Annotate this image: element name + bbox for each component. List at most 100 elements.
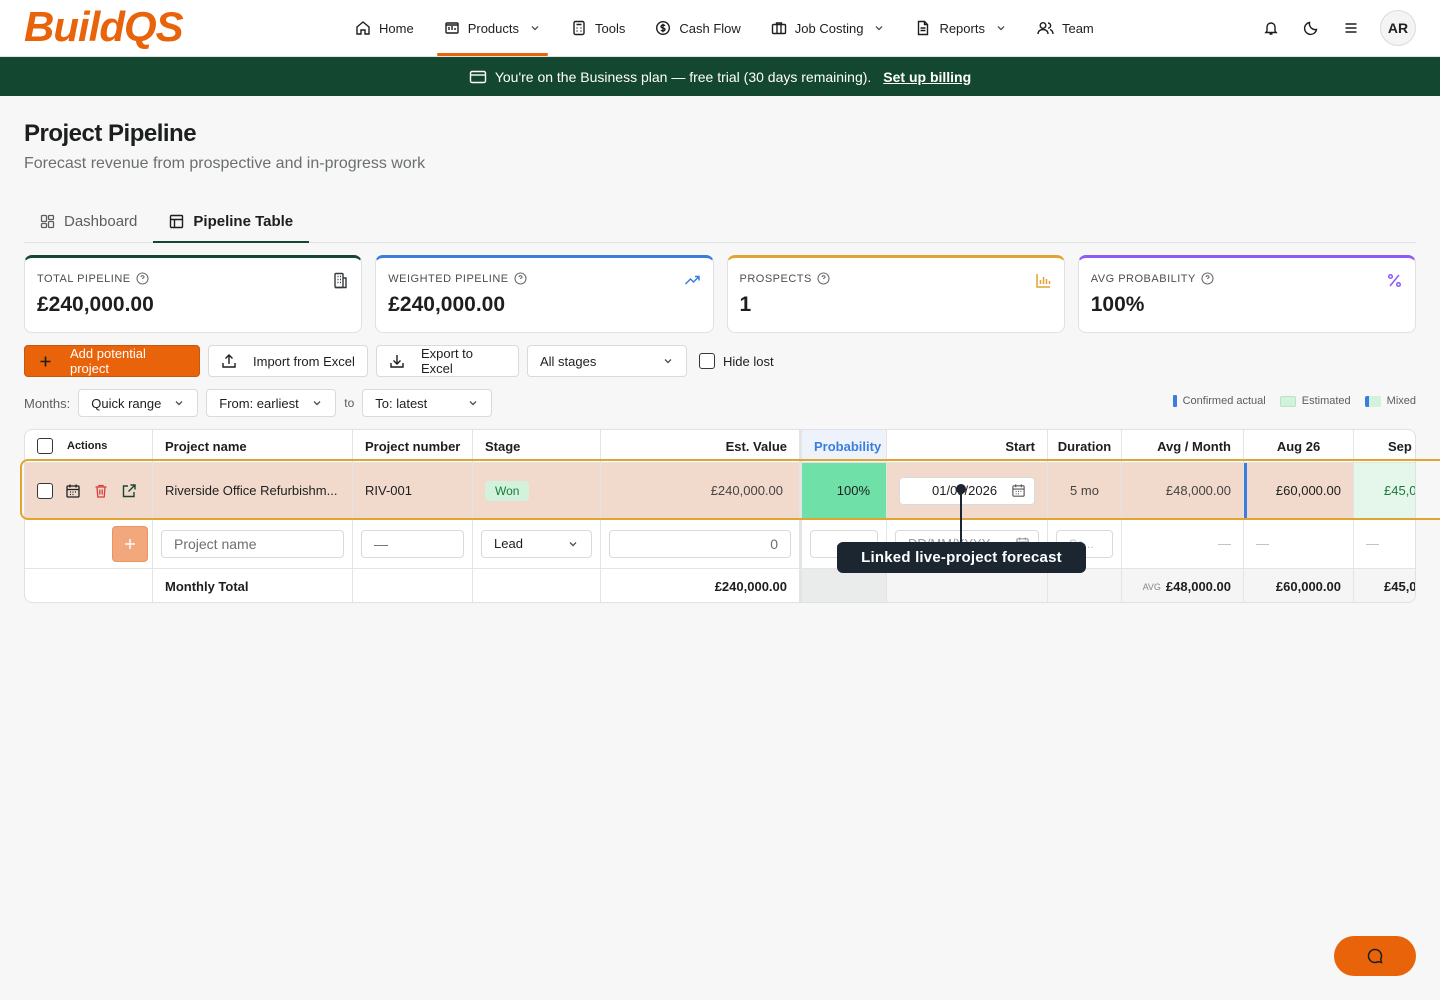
est-value-cell[interactable]: £240,000.00	[601, 463, 802, 518]
header-project-name[interactable]: Project name	[153, 430, 353, 462]
main-nav: Home Products Tools Cash Flow Job Costin…	[340, 0, 1109, 56]
legend-mixed: Mixed	[1364, 395, 1416, 407]
project-name-input[interactable]: Project name	[161, 529, 344, 558]
calendar-icon[interactable]	[1011, 483, 1026, 498]
stage-select[interactable]: Lead	[481, 529, 592, 558]
header-actions: Actions	[25, 430, 153, 462]
quick-range-select[interactable]: Quick range	[78, 389, 199, 417]
header-label: Actions	[67, 440, 108, 452]
tab-pipeline-table[interactable]: Pipeline Table	[153, 200, 309, 243]
notifications-button[interactable]	[1256, 10, 1286, 46]
cell-legend: Confirmed actual Estimated Mixed	[1172, 395, 1416, 408]
month-range-bar: Months: Quick range From: earliest to To…	[24, 389, 1416, 417]
header-start[interactable]: Start	[887, 430, 1048, 462]
card-label: WEIGHTED PIPELINE	[388, 272, 509, 285]
avatar[interactable]: AR	[1380, 10, 1416, 46]
header-est-value[interactable]: Est. Value	[601, 430, 802, 462]
table-icon	[169, 214, 184, 229]
nav-products[interactable]: Products	[429, 0, 556, 56]
chevron-down-icon	[311, 397, 323, 409]
from-month-select[interactable]: From: earliest	[206, 389, 337, 417]
project-name-cell[interactable]: Riverside Office Refurbishm...	[153, 463, 353, 518]
month-aug-cell[interactable]: £60,000.00	[1244, 463, 1354, 518]
help-icon[interactable]	[514, 272, 527, 285]
document-icon	[915, 20, 931, 36]
chevron-down-icon	[567, 538, 579, 550]
to-month-select[interactable]: To: latest	[362, 389, 493, 417]
menu-button[interactable]	[1336, 10, 1366, 46]
tooltip-pointer	[960, 489, 962, 542]
import-excel-button[interactable]: Import from Excel	[208, 345, 368, 377]
tooltip: Linked live-project forecast	[837, 542, 1086, 573]
header-month-sep[interactable]: Sep 26	[1354, 430, 1415, 462]
setup-billing-link[interactable]: Set up billing	[883, 69, 971, 85]
nav-cash-flow[interactable]: Cash Flow	[640, 0, 755, 56]
probability-cell[interactable]: 100%	[802, 463, 887, 518]
header-avg-month[interactable]: Avg / Month	[1122, 430, 1244, 462]
chat-icon	[1366, 947, 1384, 965]
duration-cell[interactable]: 5 mo	[1048, 463, 1122, 518]
briefcase-icon	[771, 20, 787, 36]
dollar-icon	[655, 20, 671, 36]
add-row-button[interactable]	[112, 525, 148, 562]
stage-cell[interactable]: Won	[473, 463, 601, 518]
stage-filter-select[interactable]: All stages	[527, 345, 687, 377]
nav-reports[interactable]: Reports	[900, 0, 1022, 56]
tab-label: Pipeline Table	[193, 212, 294, 230]
new-project-row: Project name — Lead 0 — DD/MM/YYYY Se...…	[25, 519, 1415, 569]
total-label: Monthly Total	[153, 569, 353, 602]
header-probability[interactable]: Probability	[802, 430, 887, 462]
row-actions	[25, 463, 153, 518]
top-nav: BuildQS Home Products Tools Cash Flow Jo…	[0, 0, 1440, 57]
header-project-number[interactable]: Project number	[353, 430, 473, 462]
percent-icon	[1386, 272, 1403, 289]
table-row[interactable]: Riverside Office Refurbishm... RIV-001 W…	[25, 463, 1415, 519]
add-project-button[interactable]: Add potential project	[24, 345, 200, 377]
card-label: AVG PROBABILITY	[1090, 272, 1196, 285]
new-name-cell: Project name	[153, 519, 353, 568]
nav-tools[interactable]: Tools	[556, 0, 640, 56]
calendar-icon[interactable]	[65, 483, 81, 499]
chat-button[interactable]	[1334, 936, 1416, 976]
month-sep-cell[interactable]: £45,000.00	[1354, 463, 1415, 518]
card-label: TOTAL PIPELINE	[37, 272, 131, 285]
upload-icon	[221, 353, 237, 369]
header-duration[interactable]: Duration	[1048, 430, 1122, 462]
nav-home[interactable]: Home	[340, 0, 429, 56]
new-number-cell: —	[353, 519, 473, 568]
help-icon[interactable]	[817, 272, 830, 285]
nav-team[interactable]: Team	[1022, 0, 1109, 56]
hamburger-icon	[1343, 20, 1359, 36]
button-label: Add potential project	[70, 346, 146, 376]
est-value-input[interactable]: 0	[609, 529, 791, 558]
new-value-cell: 0	[601, 519, 802, 568]
header-month-aug[interactable]: Aug 26	[1244, 430, 1354, 462]
banner-text: You're on the Business plan — free trial…	[494, 68, 872, 85]
select-all-checkbox[interactable]	[37, 438, 53, 454]
card-value: £240,000.00	[37, 293, 154, 316]
header-stage[interactable]: Stage	[473, 430, 601, 462]
logo[interactable]: BuildQS	[24, 4, 184, 50]
hide-lost-checkbox[interactable]	[699, 353, 715, 369]
help-icon[interactable]	[136, 272, 149, 285]
select-value: Quick range	[91, 395, 162, 411]
card-weighted-pipeline: WEIGHTED PIPELINE £240,000.00	[375, 255, 714, 333]
trash-icon[interactable]	[93, 483, 109, 499]
grid-icon	[40, 214, 55, 229]
hide-lost-toggle[interactable]: Hide lost	[699, 353, 774, 369]
tab-dashboard[interactable]: Dashboard	[24, 200, 153, 242]
nav-actions: AR	[1256, 10, 1416, 46]
export-excel-button[interactable]: Export to Excel	[376, 345, 519, 377]
chevron-down-icon	[873, 22, 885, 34]
theme-toggle-button[interactable]	[1296, 10, 1326, 46]
nav-job-costing[interactable]: Job Costing	[756, 0, 901, 56]
external-link-icon[interactable]	[121, 483, 137, 499]
legend-estimated: Estimated	[1279, 395, 1351, 407]
to-label: to	[344, 396, 355, 410]
project-number-input[interactable]: —	[361, 529, 464, 558]
project-number-cell[interactable]: RIV-001	[353, 463, 473, 518]
row-checkbox[interactable]	[37, 482, 53, 499]
help-icon[interactable]	[1201, 272, 1214, 285]
nav-label: Tools	[595, 20, 626, 36]
start-date-input[interactable]: 01/09/2026	[899, 476, 1035, 505]
